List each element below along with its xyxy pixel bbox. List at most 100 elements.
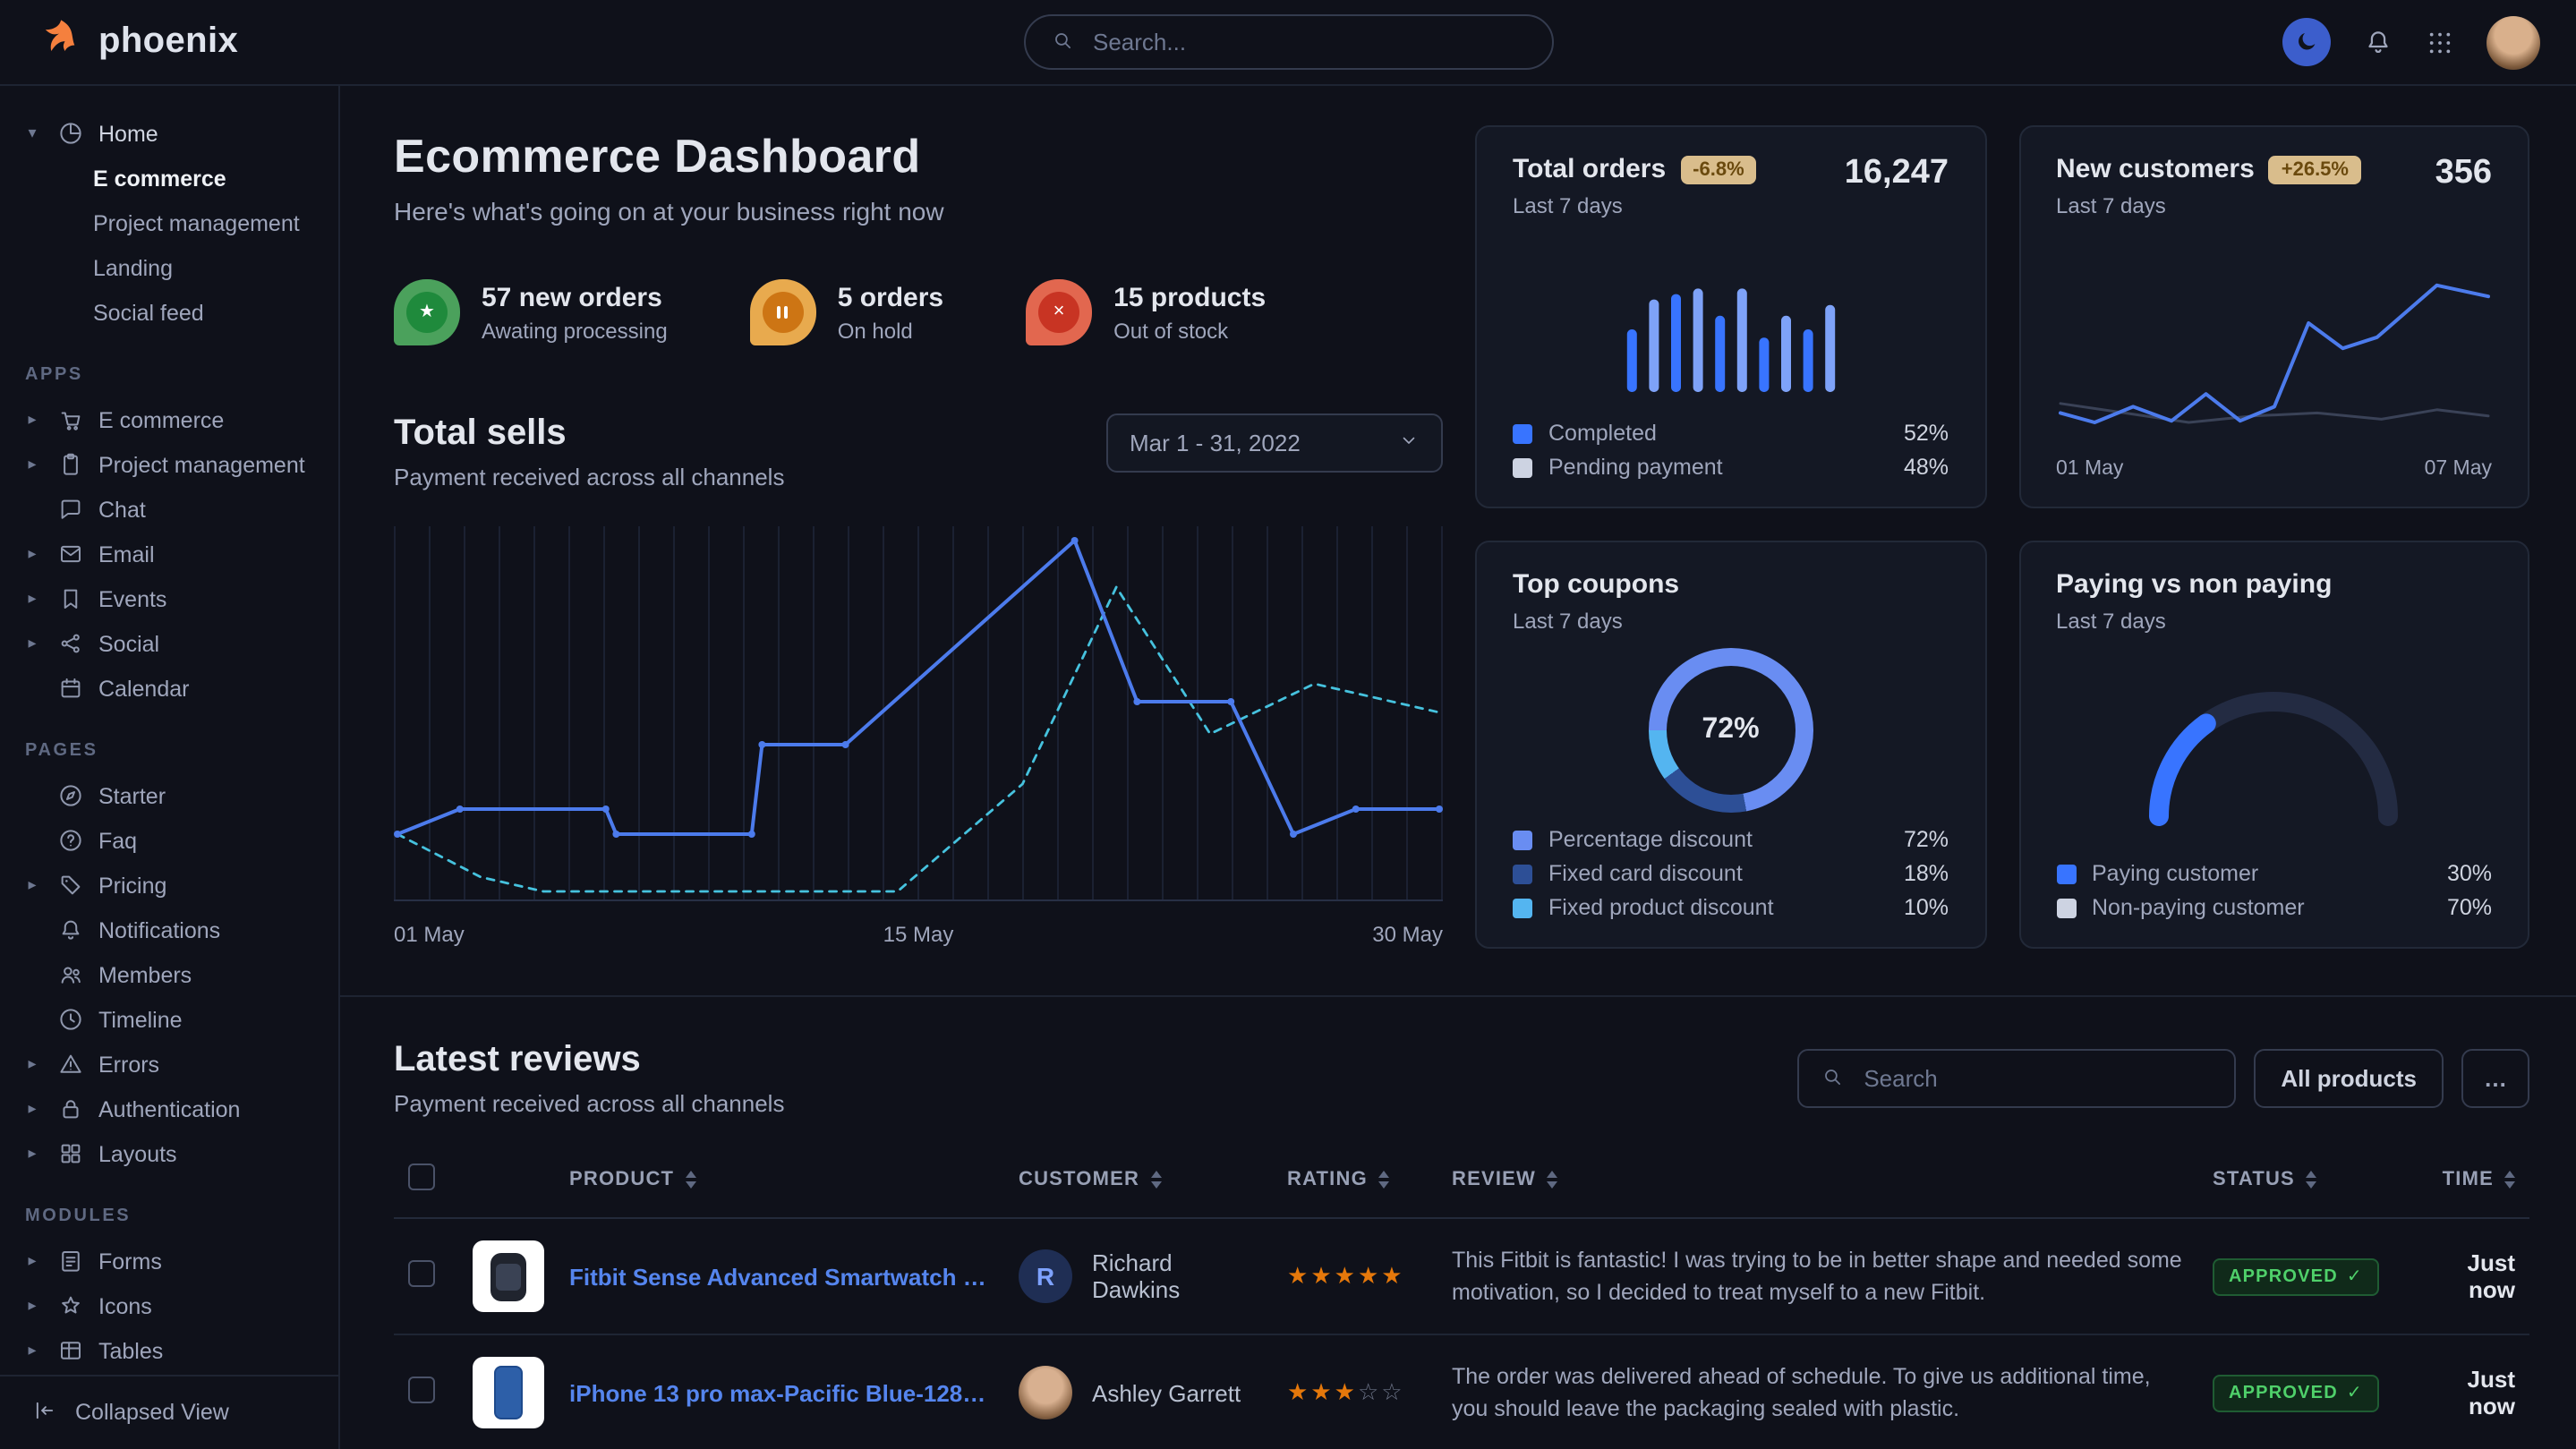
- column-header-status[interactable]: STATUS: [2198, 1146, 2410, 1218]
- sidebar-item-landing[interactable]: Landing: [0, 245, 338, 290]
- user-avatar[interactable]: [2486, 15, 2540, 69]
- sidebar-item-chat[interactable]: Chat: [0, 487, 338, 532]
- alert-icon: [55, 1050, 84, 1078]
- caret-right-icon: ▸: [23, 1296, 41, 1316]
- sidebar-item-home[interactable]: ▾Home: [0, 111, 338, 156]
- sort-icon[interactable]: [2306, 1171, 2316, 1189]
- sort-icon[interactable]: [685, 1171, 695, 1189]
- sidebar-item-e-commerce[interactable]: ▸E commerce: [0, 397, 338, 442]
- phoenix-logo-icon: [36, 16, 82, 68]
- sort-icon[interactable]: [1378, 1171, 1389, 1189]
- sort-icon[interactable]: [1547, 1171, 1557, 1189]
- product-link[interactable]: iPhone 13 pro max-Pacific Blue-128GB sto…: [569, 1379, 990, 1406]
- column-header-time[interactable]: TIME: [2410, 1146, 2529, 1218]
- column-header-customer[interactable]: CUSTOMER: [1004, 1146, 1273, 1218]
- row-checkbox[interactable]: [408, 1377, 435, 1403]
- sidebar-item-pricing[interactable]: ▸Pricing: [0, 863, 338, 908]
- review-text: The order was delivered ahead of schedul…: [1452, 1360, 2184, 1426]
- bell-icon: [55, 916, 84, 944]
- donut-center-label: 72%: [1649, 648, 1813, 813]
- sidebar-item-tables[interactable]: ▸Tables: [0, 1328, 338, 1373]
- legend-item: Non-paying customer70%: [2056, 895, 2492, 920]
- sidebar-item-starter[interactable]: Starter: [0, 773, 338, 818]
- sidebar-item-authentication[interactable]: ▸Authentication: [0, 1087, 338, 1131]
- legend-item: Fixed card discount18%: [1513, 861, 1949, 886]
- customer-avatar: R: [1019, 1249, 1072, 1303]
- date-range-value: Mar 1 - 31, 2022: [1130, 430, 1301, 456]
- sort-icon[interactable]: [1150, 1171, 1161, 1189]
- chevron-down-icon: [1398, 430, 1420, 456]
- sidebar-item-social-feed[interactable]: Social feed: [0, 290, 338, 335]
- card-period: Last 7 days: [1513, 609, 1679, 634]
- sidebar-item-faq[interactable]: Faq: [0, 818, 338, 863]
- column-header-review[interactable]: REVIEW: [1437, 1146, 2198, 1218]
- legend-swatch: [1513, 898, 1532, 917]
- trend-badge: -6.8%: [1680, 156, 1757, 184]
- card-title: Paying vs non paying: [2056, 569, 2332, 600]
- total-sells-chart: [394, 523, 1443, 902]
- card-period: Last 7 days: [2056, 609, 2332, 634]
- home-pie-icon: [55, 119, 84, 148]
- sidebar-item-events[interactable]: ▸Events: [0, 576, 338, 621]
- stat-out-of-stock: ×15 productsOut of stock: [1026, 279, 1266, 345]
- sidebar-item-errors[interactable]: ▸Errors: [0, 1042, 338, 1087]
- column-header-rating[interactable]: RATING: [1273, 1146, 1437, 1218]
- clock-icon: [55, 1005, 84, 1034]
- reviews-title: Latest reviews: [394, 1040, 784, 1081]
- caret-right-icon: ▸: [23, 634, 41, 653]
- card-top-coupons: Top coupons Last 7 days 72% Percentage d…: [1475, 541, 1986, 949]
- sidebar-item-e-commerce[interactable]: E commerce: [0, 156, 338, 200]
- caret-right-icon: ▸: [23, 1054, 41, 1074]
- product-image: [473, 1240, 544, 1312]
- reviews-search[interactable]: [1797, 1049, 2236, 1108]
- sort-icon[interactable]: [2504, 1171, 2515, 1189]
- sidebar-item-forms[interactable]: ▸Forms: [0, 1239, 338, 1283]
- notifications-bell-icon[interactable]: [2363, 27, 2393, 57]
- screen: phoenix ▾HomeE commerceProject managemen…: [0, 0, 2576, 1449]
- sidebar-item-timeline[interactable]: Timeline: [0, 997, 338, 1042]
- legend-item: Pending payment48%: [1513, 455, 1949, 480]
- row-checkbox[interactable]: [408, 1260, 435, 1287]
- legend-item: Completed52%: [1513, 421, 1949, 446]
- card-title: Total orders: [1513, 154, 1666, 184]
- date-range-select[interactable]: Mar 1 - 31, 2022: [1106, 413, 1443, 473]
- table-icon: [55, 1336, 84, 1365]
- card-title: Top coupons: [1513, 569, 1679, 600]
- sidebar-item-layouts[interactable]: ▸Layouts: [0, 1131, 338, 1176]
- reviews-search-input[interactable]: [1860, 1063, 2213, 1094]
- cart-icon: [55, 405, 84, 434]
- total-sells-title: Total sells: [394, 413, 784, 455]
- sidebar-item-project-management[interactable]: Project management: [0, 200, 338, 245]
- sidebar-item-notifications[interactable]: Notifications: [0, 908, 338, 952]
- caret-right-icon: ▸: [23, 544, 41, 564]
- all-products-button[interactable]: All products: [2254, 1049, 2444, 1108]
- paying-gauge: [2122, 662, 2427, 832]
- column-header-product[interactable]: PRODUCT: [458, 1146, 1004, 1218]
- sidebar-item-icons[interactable]: ▸Icons: [0, 1283, 338, 1328]
- main-content: Ecommerce Dashboard Here's what's going …: [340, 86, 2576, 1449]
- sidebar-item-members[interactable]: Members: [0, 952, 338, 997]
- more-options-button[interactable]: …: [2461, 1049, 2529, 1108]
- select-all-checkbox[interactable]: [408, 1163, 435, 1190]
- search-input[interactable]: [1089, 27, 1526, 57]
- sidebar-item-calendar[interactable]: Calendar: [0, 666, 338, 711]
- brand[interactable]: phoenix: [36, 16, 238, 68]
- collapse-sidebar-button[interactable]: Collapsed View: [0, 1374, 338, 1449]
- sidebar-section-modules: MODULES: [0, 1176, 338, 1239]
- sidebar-item-email[interactable]: ▸Email: [0, 532, 338, 576]
- card-title: New customers: [2056, 154, 2255, 184]
- layout-icon: [55, 1139, 84, 1168]
- legend-item: Percentage discount72%: [1513, 827, 1949, 852]
- apps-grid-icon[interactable]: [2426, 28, 2454, 56]
- customers-x-axis: 01 May07 May: [2056, 458, 2492, 480]
- coupons-legend: Percentage discount72% Fixed card discoun…: [1513, 827, 1949, 920]
- sidebar-item-project-management[interactable]: ▸Project management: [0, 442, 338, 487]
- chat-icon: [55, 495, 84, 524]
- star-blob-icon: ★: [394, 279, 460, 345]
- global-search[interactable]: [1023, 14, 1553, 70]
- sidebar-item-social[interactable]: ▸Social: [0, 621, 338, 666]
- product-link[interactable]: Fitbit Sense Advanced Smartwatch with To…: [569, 1263, 990, 1290]
- page-subtitle: Here's what's going on at your business …: [394, 197, 1443, 226]
- theme-toggle-button[interactable]: [2282, 18, 2331, 66]
- caret-right-icon: ▸: [23, 1251, 41, 1271]
